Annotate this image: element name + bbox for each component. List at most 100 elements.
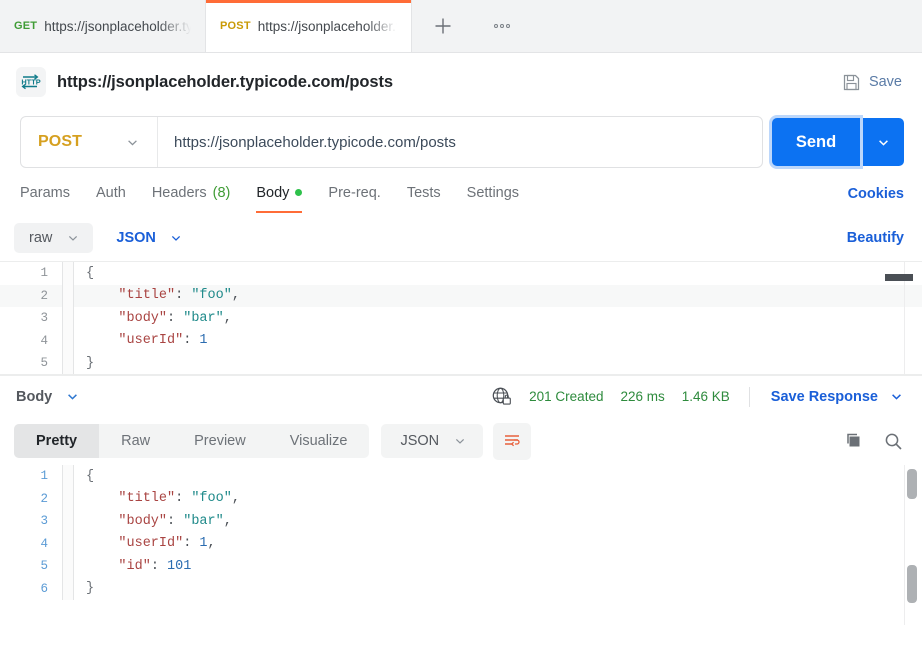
response-view-segment: Pretty Raw Preview Visualize (14, 424, 370, 458)
tab-options-button[interactable] (474, 0, 530, 52)
line-number: 1 (40, 469, 48, 484)
tab-title-label: https://jsonplaceholder.t (257, 18, 397, 34)
fold-gutter[interactable] (62, 510, 74, 533)
code-line: 3 "body": "bar", (0, 307, 922, 330)
copy-icon (847, 433, 860, 447)
chevron-down-icon (878, 139, 888, 146)
code-line: 1{ (0, 262, 922, 285)
response-body-selector[interactable]: Body (14, 389, 80, 405)
new-tab-button[interactable] (412, 0, 474, 52)
url-bar: POST (20, 116, 763, 168)
code-text: } (86, 581, 95, 597)
request-body-editor[interactable]: 1{2 "title": "foo", 3 "body": "bar", 4 "us… (0, 261, 922, 375)
chevron-down-icon (68, 394, 78, 400)
fold-gutter[interactable] (62, 532, 74, 555)
tab-body[interactable]: Body (256, 176, 303, 213)
code-line: 2 "title": "foo", (0, 284, 922, 307)
chevron-down-icon (892, 394, 901, 400)
tab-raw[interactable]: Raw (99, 424, 172, 458)
body-format-selector[interactable]: JSON (116, 230, 183, 246)
svg-text:HTTP: HTTP (21, 77, 40, 86)
tab-tests[interactable]: Tests (407, 176, 441, 213)
tab-visualize[interactable]: Visualize (268, 424, 370, 458)
response-time: 226 ms (620, 389, 665, 404)
save-button[interactable]: Save (840, 69, 904, 96)
code-text: { (86, 468, 95, 484)
tab-auth[interactable]: Auth (96, 176, 126, 213)
tab-params[interactable]: Params (20, 176, 70, 213)
tab-pretty[interactable]: Pretty (14, 424, 100, 458)
tab-label: Settings (466, 184, 520, 201)
chevron-down-icon (128, 139, 137, 146)
fold-gutter[interactable] (62, 262, 74, 285)
body-mode-selector[interactable]: raw (14, 223, 94, 253)
fold-gutter[interactable] (62, 487, 74, 510)
response-body-label: Body (16, 388, 53, 405)
save-response-button[interactable]: Save Response (771, 389, 904, 405)
tab-label: Auth (95, 184, 126, 201)
fold-gutter[interactable] (62, 465, 74, 488)
fold-gutter[interactable] (62, 329, 74, 352)
tab-preview[interactable]: Preview (172, 424, 268, 458)
line-number: 4 (40, 536, 48, 551)
code-line: 1{ (0, 465, 922, 488)
response-scrollbar-thumb-bottom[interactable] (907, 565, 917, 603)
response-size: 1.46 KB (681, 389, 730, 404)
fold-gutter[interactable] (62, 577, 74, 600)
tab-bar: GET https://jsonplaceholder.ty POST http… (0, 0, 922, 53)
tab-title-label: https://jsonplaceholder.ty (44, 18, 191, 34)
tab-prerequest[interactable]: Pre-req. (328, 176, 380, 213)
response-format-selector[interactable]: JSON (381, 424, 484, 458)
chevron-down-icon (69, 235, 78, 241)
response-tabs: Pretty Raw Preview Visualize JSON (0, 417, 922, 465)
url-input[interactable] (158, 117, 762, 167)
dot-icon (494, 24, 498, 28)
copy-button[interactable] (844, 431, 864, 451)
response-code-lines: 1{2 "title": "foo", 3 "body": "bar", 4 "us… (0, 465, 922, 600)
tab-label: Pre-req. (328, 184, 381, 201)
postman-window: GET https://jsonplaceholder.ty POST http… (0, 0, 922, 671)
fold-gutter[interactable] (62, 307, 74, 330)
code-text: "userId": 1, (86, 536, 216, 552)
line-number: 4 (40, 333, 48, 348)
chevron-down-icon (456, 438, 465, 444)
word-wrap-icon (505, 435, 520, 447)
code-text: "title": "foo", (86, 491, 240, 507)
send-button[interactable]: Send (772, 118, 860, 166)
cookies-link[interactable]: Cookies (848, 186, 904, 202)
fold-gutter[interactable] (62, 352, 74, 374)
response-body-editor[interactable]: 1{2 "title": "foo", 3 "body": "bar", 4 "us… (0, 465, 922, 625)
http-method-label: POST (38, 133, 82, 150)
tab-label: Body (256, 184, 290, 201)
dot-icon (506, 24, 510, 28)
request-tabs: Params Auth Headers (8) Body Pre-req. Te… (0, 173, 922, 215)
request-code-lines: 1{2 "title": "foo", 3 "body": "bar", 4 "us… (0, 262, 922, 374)
fold-gutter[interactable] (62, 555, 74, 578)
code-line: 5} (0, 352, 922, 374)
search-button[interactable] (883, 431, 904, 452)
plus-icon (435, 18, 451, 34)
response-stats: 201 Created 226 ms 1.46 KB Save Response (491, 386, 904, 407)
line-number: 2 (40, 491, 48, 506)
response-action-icons (844, 431, 904, 452)
tab-headers[interactable]: Headers (8) (152, 176, 231, 213)
body-type-row: raw JSON Beautify (0, 215, 922, 261)
request-tab-post[interactable]: POST https://jsonplaceholder.t (206, 0, 412, 52)
response-scrollbar-thumb-top[interactable] (907, 469, 917, 499)
code-text: "id": 101 (86, 558, 192, 574)
code-text: "body": "bar", (86, 513, 232, 529)
code-line: 4 "userId": 1 (0, 329, 922, 352)
response-status: 201 Created (529, 389, 604, 404)
word-wrap-button[interactable] (493, 422, 532, 460)
beautify-button[interactable]: Beautify (847, 230, 904, 246)
http-protocol-icon: HTTP (16, 67, 46, 97)
response-meta-bar: Body 201 Created 226 ms 1.46 KB Save Res… (0, 375, 922, 417)
request-editor-scrollbar[interactable] (885, 274, 913, 281)
line-number: 3 (40, 311, 48, 326)
tab-settings[interactable]: Settings (467, 176, 519, 213)
fold-gutter[interactable] (62, 284, 74, 307)
url-row: POST Send (0, 111, 922, 173)
send-options-button[interactable] (862, 118, 904, 166)
http-method-selector[interactable]: POST (21, 117, 158, 167)
request-tab-get[interactable]: GET https://jsonplaceholder.ty (0, 0, 206, 52)
